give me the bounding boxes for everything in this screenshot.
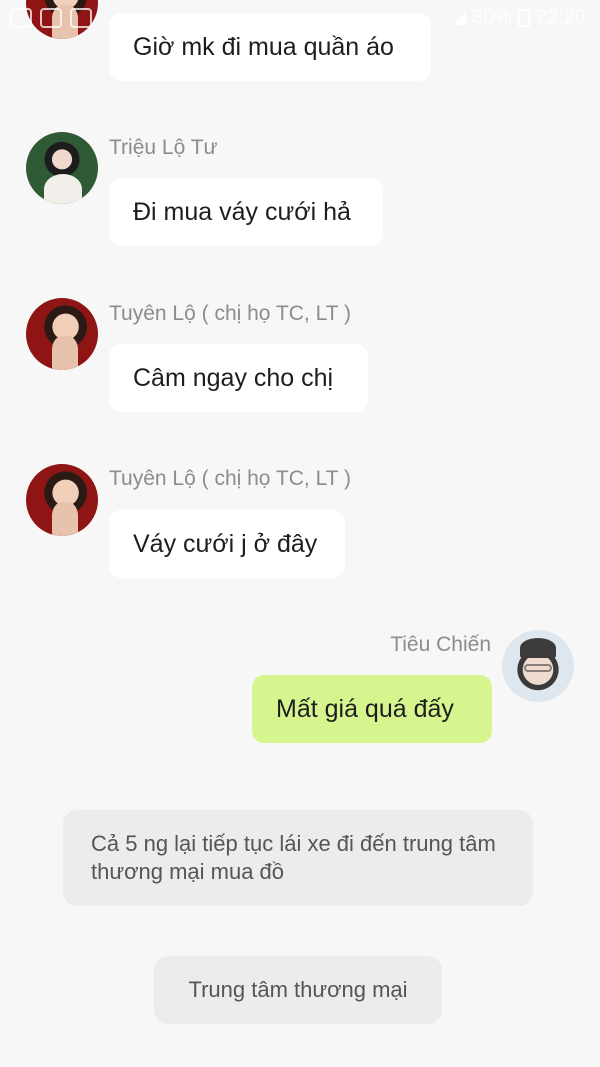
avatar[interactable] [26, 464, 98, 536]
avatar[interactable] [26, 132, 98, 204]
battery-icon [517, 8, 530, 27]
system-status: 30% 22:20 [451, 6, 586, 29]
status-bar: 30% 22:20 [0, 0, 600, 40]
message-bubble[interactable]: Đi mua váy cưới hả [109, 178, 383, 246]
narration-box: Cả 5 ng lại tiếp tục lái xe đi đến trung… [63, 810, 533, 906]
message-bubble-outgoing[interactable]: Mất giá quá đấy [252, 675, 492, 743]
clock: 22:20 [535, 6, 586, 28]
notification-icons [10, 8, 92, 28]
messenger-icon [40, 8, 62, 28]
avatar[interactable] [502, 630, 574, 702]
battery-level: 30% [471, 6, 512, 28]
message-bubble[interactable]: Câm ngay cho chị [109, 344, 368, 412]
avatar[interactable] [26, 298, 98, 370]
signal-icon [451, 10, 466, 25]
mail-icon [70, 8, 92, 28]
sender-name: Tuyên Lộ ( chị họ TC, LT ) [109, 302, 351, 325]
sender-name: Tiêu Chiến [390, 633, 491, 656]
message-bubble[interactable]: Váy cưới j ở đây [109, 510, 345, 578]
notification-icon [10, 8, 32, 28]
sender-name: Triệu Lộ Tư [109, 136, 218, 159]
scene-label: Trung tâm thương mại [154, 956, 442, 1024]
sender-name: Tuyên Lộ ( chị họ TC, LT ) [109, 467, 351, 490]
